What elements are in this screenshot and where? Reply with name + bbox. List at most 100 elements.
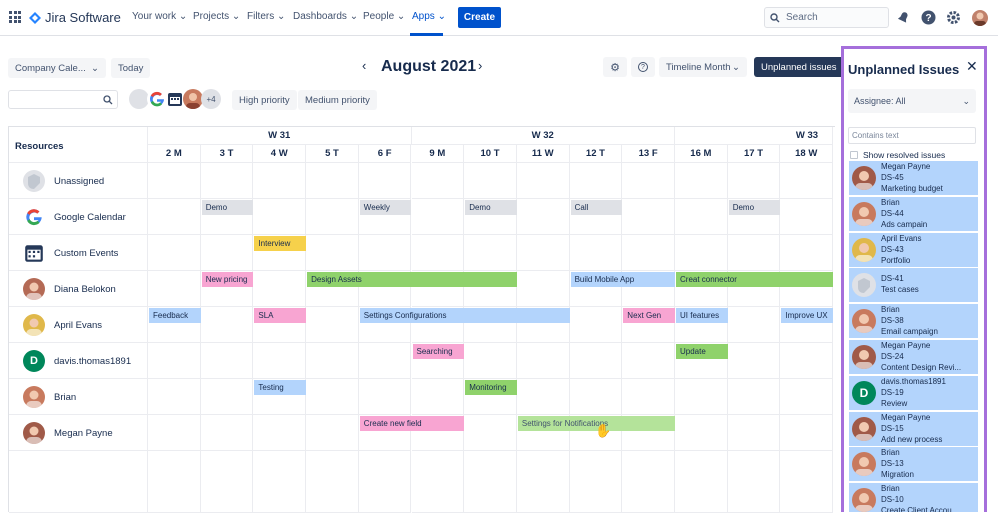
timeline-cell[interactable] bbox=[148, 271, 201, 307]
timeline-cell[interactable] bbox=[358, 379, 412, 415]
timeline-cell[interactable] bbox=[200, 415, 254, 451]
timeline-cell[interactable] bbox=[306, 199, 359, 235]
timeline-cell[interactable] bbox=[306, 235, 359, 271]
event-bar[interactable]: Call bbox=[570, 200, 623, 215]
timeline-cell[interactable] bbox=[569, 343, 623, 379]
timeline-cell[interactable] bbox=[516, 163, 570, 199]
timeline-cell[interactable] bbox=[464, 163, 517, 199]
timeline-cell[interactable] bbox=[253, 163, 307, 199]
issue-card[interactable]: Brian DS-44 Ads campain bbox=[849, 196, 978, 231]
calendar-settings-button[interactable]: ⚙ bbox=[603, 57, 627, 77]
timeline-cell[interactable] bbox=[569, 163, 623, 199]
timeline-cell[interactable] bbox=[675, 163, 728, 199]
timeline-cell[interactable] bbox=[780, 379, 834, 415]
timeline-cell[interactable] bbox=[306, 163, 359, 199]
calendar-select[interactable]: Company Cale... ⌄ bbox=[8, 58, 106, 78]
timeline-cell[interactable] bbox=[569, 235, 623, 271]
timeline-cell[interactable] bbox=[358, 163, 412, 199]
timeline-cell[interactable] bbox=[727, 163, 781, 199]
next-month-icon[interactable]: › bbox=[478, 58, 482, 73]
create-button[interactable]: Create bbox=[458, 7, 501, 28]
timeline-cell[interactable] bbox=[253, 199, 307, 235]
timeline-cell[interactable] bbox=[569, 451, 623, 513]
timeline-cell[interactable] bbox=[569, 307, 623, 343]
timeline-cell[interactable] bbox=[780, 415, 834, 451]
timeline-cell[interactable] bbox=[780, 235, 834, 271]
timeline-cell[interactable] bbox=[200, 451, 254, 513]
timeline-cell[interactable] bbox=[727, 343, 781, 379]
event-bar[interactable]: Demo bbox=[728, 200, 781, 215]
issue-card[interactable]: Brian DS-10 Create Client Accou... bbox=[849, 483, 978, 512]
event-bar[interactable]: Settings Configurations bbox=[359, 308, 570, 323]
nav-apps[interactable]: Apps ⌄ bbox=[412, 11, 446, 22]
event-bar[interactable]: Build Mobile App bbox=[570, 272, 675, 287]
timeline-cell[interactable] bbox=[358, 235, 412, 271]
timeline-cell[interactable] bbox=[200, 343, 254, 379]
more-avatars-count[interactable]: +4 bbox=[201, 89, 221, 109]
timeline-cell[interactable] bbox=[622, 199, 675, 235]
timeline-cell[interactable] bbox=[727, 379, 781, 415]
issue-card[interactable]: Ddavis.thomas1891 DS-19 Review bbox=[849, 375, 978, 410]
timeline-cell[interactable] bbox=[516, 235, 570, 271]
timeline-cell[interactable] bbox=[411, 451, 465, 513]
event-bar[interactable]: Interview bbox=[254, 236, 307, 251]
medium-priority-filter[interactable]: Medium priority bbox=[298, 90, 377, 110]
event-bar[interactable]: Create new field bbox=[359, 416, 465, 431]
assignee-select[interactable]: Assignee: All ⌄ bbox=[848, 89, 976, 113]
event-bar[interactable]: Improve UX bbox=[781, 308, 834, 323]
timeline-cell[interactable] bbox=[516, 379, 570, 415]
timeline-cell[interactable] bbox=[411, 379, 465, 415]
user-avatar[interactable] bbox=[972, 10, 988, 26]
notifications-icon[interactable] bbox=[896, 10, 911, 25]
timeline-cell[interactable] bbox=[411, 199, 465, 235]
timeline-cell[interactable] bbox=[516, 271, 570, 307]
timeline-cell[interactable] bbox=[148, 235, 201, 271]
event-bar[interactable]: Searching bbox=[412, 344, 465, 359]
jira-logo[interactable]: Jira Software bbox=[29, 10, 121, 25]
timeline-cell[interactable] bbox=[306, 415, 359, 451]
event-bar[interactable]: Weekly bbox=[359, 200, 412, 215]
issue-card[interactable]: Megan Payne DS-45 Marketing budget bbox=[849, 161, 978, 195]
timeline-cell[interactable] bbox=[675, 379, 728, 415]
timeline-cell[interactable] bbox=[622, 235, 675, 271]
timeline-cell[interactable] bbox=[306, 307, 359, 343]
timeline-cell[interactable] bbox=[464, 415, 517, 451]
avatar-brian[interactable] bbox=[183, 89, 203, 109]
timeline-cell[interactable] bbox=[148, 415, 201, 451]
timeline-cell[interactable] bbox=[200, 163, 254, 199]
contains-text-input[interactable]: Contains text bbox=[848, 127, 976, 144]
prev-month-icon[interactable]: ‹ bbox=[362, 58, 366, 73]
event-bar[interactable]: SLA bbox=[254, 308, 307, 323]
timeline-cell[interactable] bbox=[464, 451, 517, 513]
event-bar[interactable]: New pricing bbox=[201, 272, 254, 287]
timeline-cell[interactable] bbox=[622, 343, 675, 379]
timeline-cell[interactable] bbox=[148, 451, 201, 513]
nav-dashboards[interactable]: Dashboards ⌄ bbox=[293, 11, 358, 22]
issue-card[interactable]: Megan Payne DS-15 Add new process bbox=[849, 411, 978, 446]
help-button[interactable]: ? bbox=[631, 57, 655, 77]
nav-people[interactable]: People ⌄ bbox=[363, 11, 405, 22]
timeline-cell[interactable] bbox=[622, 451, 675, 513]
timeline-cell[interactable] bbox=[780, 343, 834, 379]
timeline-cell[interactable] bbox=[148, 343, 201, 379]
timeline-cell[interactable] bbox=[622, 379, 675, 415]
event-bar[interactable]: Demo bbox=[465, 200, 517, 215]
today-button[interactable]: Today bbox=[111, 58, 151, 78]
event-bar[interactable]: UI features bbox=[676, 308, 728, 323]
timeline-cell[interactable] bbox=[200, 379, 254, 415]
timeline-cell[interactable] bbox=[411, 163, 465, 199]
timeline-cell[interactable] bbox=[358, 343, 412, 379]
timeline-cell[interactable] bbox=[464, 343, 517, 379]
event-bar[interactable]: Next Gen bbox=[623, 308, 675, 323]
timeline-cell[interactable] bbox=[516, 451, 570, 513]
timeline-cell[interactable] bbox=[411, 235, 465, 271]
timeline-cell[interactable] bbox=[516, 343, 570, 379]
unplanned-issues-button[interactable]: Unplanned issues bbox=[754, 57, 844, 77]
timeline-cell[interactable] bbox=[675, 199, 728, 235]
high-priority-filter[interactable]: High priority bbox=[232, 90, 297, 110]
timeline-cell[interactable] bbox=[253, 343, 307, 379]
timeline-cell[interactable] bbox=[306, 451, 359, 513]
event-bar[interactable]: Testing bbox=[254, 380, 307, 395]
nav-your-work[interactable]: Your work ⌄ bbox=[132, 11, 187, 22]
timeline-cell[interactable] bbox=[675, 235, 728, 271]
